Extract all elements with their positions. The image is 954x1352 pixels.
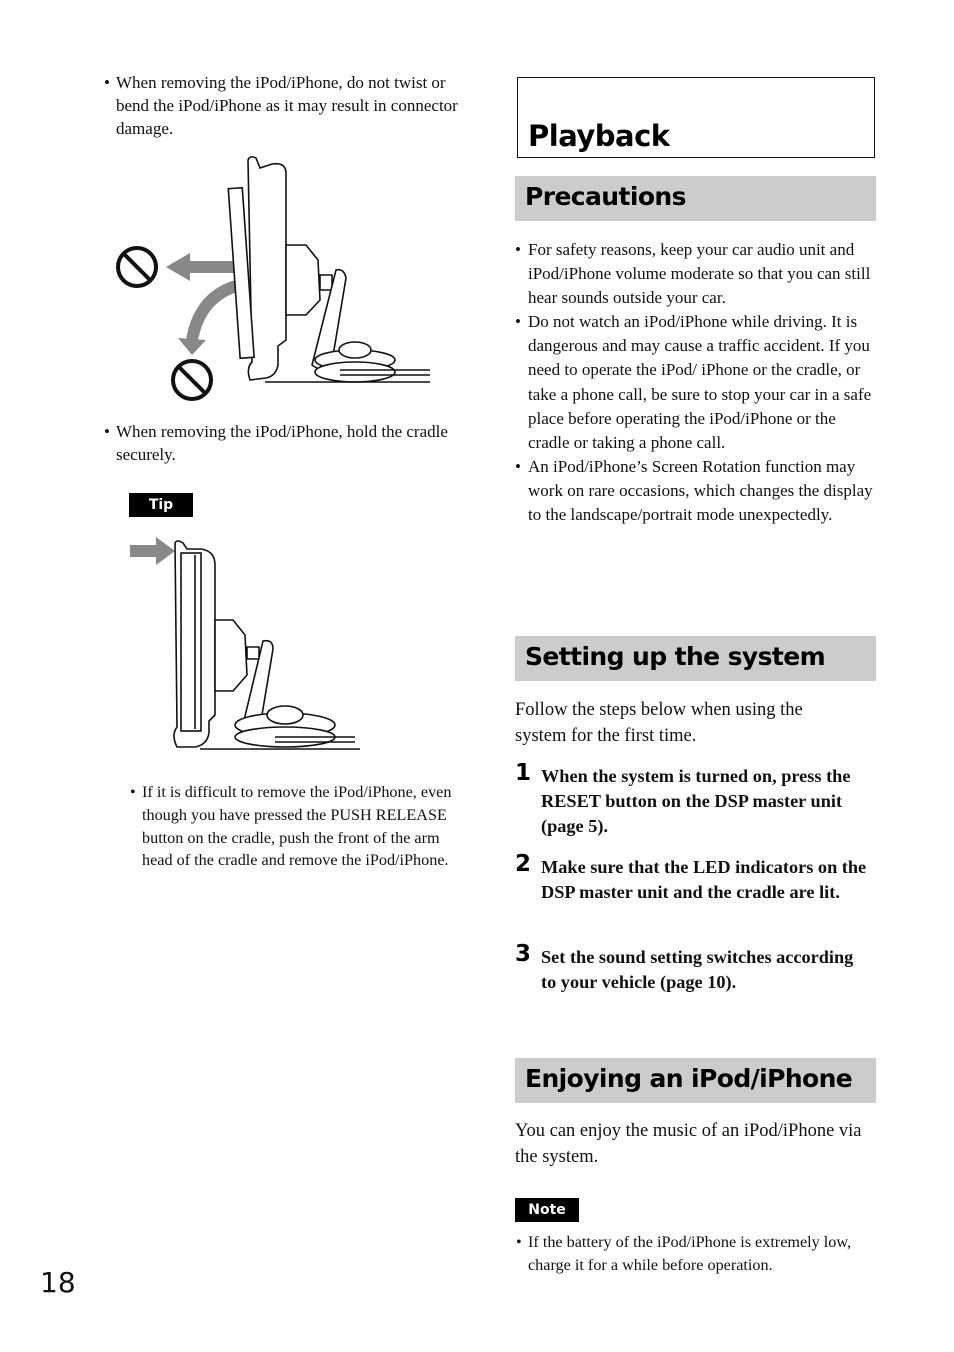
precaution-item: • For safety reasons, keep your car audi… [515, 238, 878, 310]
precautions-list: • For safety reasons, keep your car audi… [515, 238, 878, 527]
step-number: 1 [515, 760, 532, 786]
cradle-drawing [173, 540, 360, 750]
page-number: 18 [40, 1266, 76, 1299]
note-bullet-text: If the battery of the iPod/iPhone is ext… [528, 1233, 852, 1274]
bullet-dot: • [130, 783, 136, 801]
curved-arrow-head [178, 338, 206, 355]
bullet-dot: • [104, 422, 110, 441]
precaution-item: • Do not watch an iPod/iPhone while driv… [515, 310, 878, 455]
section-title-setup: Setting up the system [525, 642, 826, 671]
figure-cradle-removal-warning [116, 156, 430, 401]
cradle-drawing [227, 156, 430, 383]
prohibition-icon [171, 359, 213, 401]
bullet-dot: • [515, 240, 521, 259]
step-number: 2 [515, 851, 532, 877]
section-title-enjoying: Enjoying an iPod/iPhone [525, 1064, 853, 1093]
precaution-text: For safety reasons, keep your car audio … [528, 240, 871, 308]
step-text: Set the sound setting switches according… [541, 947, 854, 992]
tip-bullet: • If it is difficult to remove the iPod/… [130, 781, 462, 872]
note-badge: Note [515, 1198, 579, 1222]
bullet-dot: • [515, 456, 521, 476]
section-header-enjoying: Enjoying an iPod/iPhone [515, 1058, 876, 1103]
step-text: When the system is turned on, press the … [541, 766, 851, 836]
bullet-dot: • [104, 73, 110, 92]
tip-bullet-text: If it is difficult to remove the iPod/iP… [142, 783, 452, 870]
figure-cradle-push-arm [130, 537, 360, 750]
bullet-hold-cradle: • When removing the iPod/iPhone, hold th… [104, 420, 466, 466]
section-header-precautions: Precautions [515, 176, 876, 221]
prohibition-icon [116, 246, 158, 288]
enjoying-intro: You can enjoy the music of an iPod/iPhon… [515, 1121, 862, 1167]
curved-arrow-icon [186, 279, 242, 342]
section-header-setup: Setting up the system [515, 636, 876, 681]
bullet-hold-cradle-text: When removing the iPod/iPhone, hold the … [116, 422, 448, 464]
section-title-precautions: Precautions [525, 182, 686, 211]
note-bullet: • If the battery of the iPod/iPhone is e… [516, 1231, 873, 1277]
step-text: Make sure that the LED indicators on the… [541, 857, 867, 902]
chapter-title: Playback [528, 119, 670, 153]
tip-badge: Tip [129, 493, 193, 517]
precaution-text: Do not watch an iPod/iPhone while drivin… [528, 312, 872, 452]
step-number: 3 [515, 941, 532, 967]
bullet-no-twist-text: When removing the iPod/iPhone, do not tw… [116, 73, 458, 138]
bullet-dot: • [515, 312, 521, 332]
chapter-title-box: Playback [517, 77, 875, 158]
setup-intro: Follow the steps below when using the sy… [515, 700, 803, 746]
precaution-text: An iPod/iPhone’s Screen Rotation functio… [528, 456, 873, 525]
bullet-dot: • [516, 1233, 522, 1251]
arrow-left-icon [166, 253, 240, 281]
bullet-no-twist: • When removing the iPod/iPhone, do not … [104, 71, 466, 140]
arrow-right-icon [130, 537, 175, 565]
precaution-item: • An iPod/iPhone’s Screen Rotation funct… [515, 455, 878, 527]
